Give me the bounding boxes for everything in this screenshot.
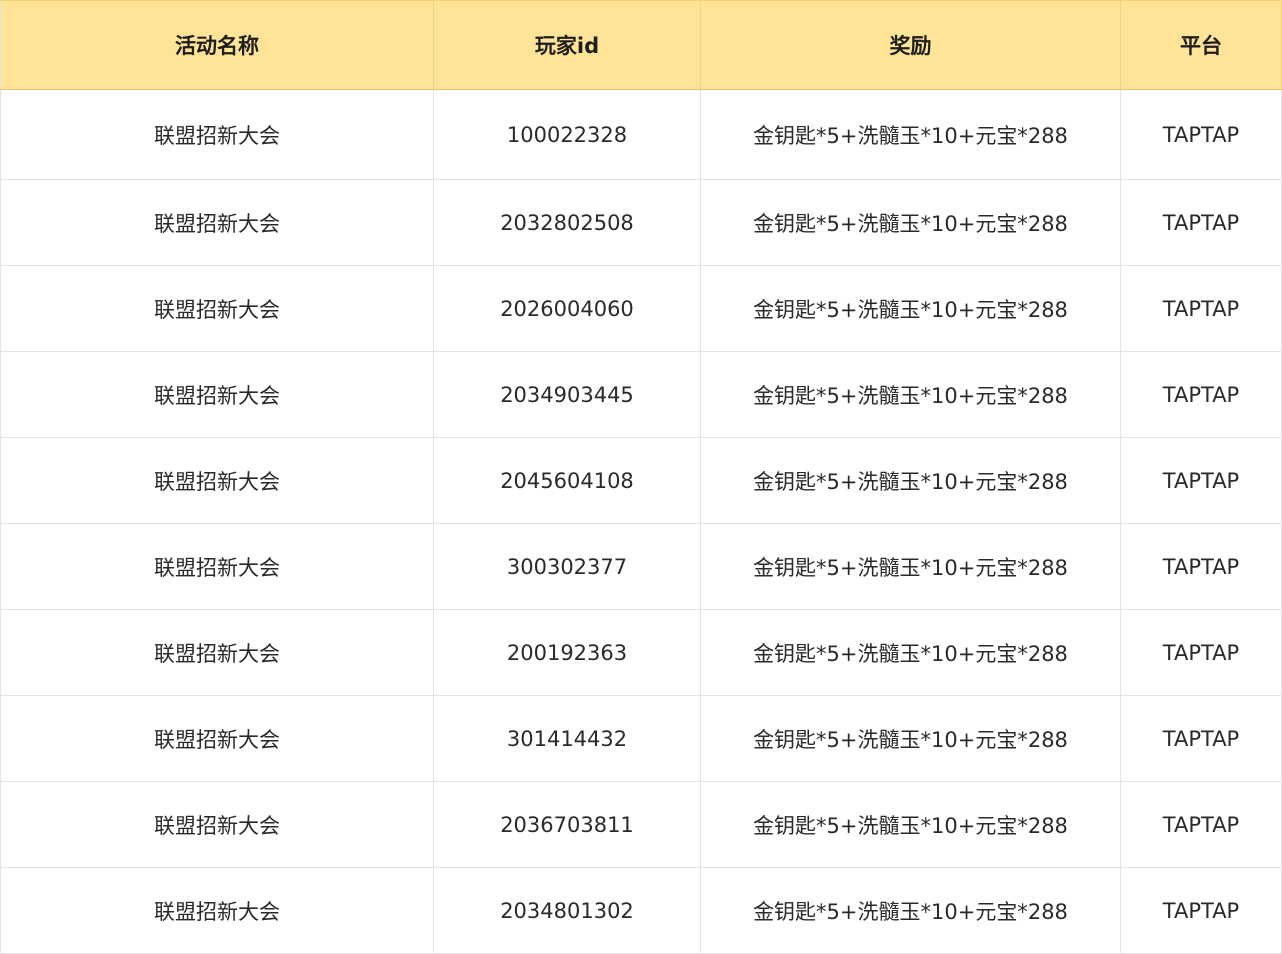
- cell-player-id: 300302377: [433, 523, 701, 610]
- cell-player-id: 2034903445: [433, 351, 701, 438]
- cell-player-id: 2045604108: [433, 437, 701, 524]
- table-row: 联盟招新大会 2026004060 金钥匙*5+洗髓玉*10+元宝*288 TA…: [0, 265, 1282, 352]
- cell-player-id: 2032802508: [433, 179, 701, 266]
- cell-activity-name: 联盟招新大会: [0, 89, 434, 180]
- cell-reward: 金钥匙*5+洗髓玉*10+元宝*288: [700, 265, 1121, 352]
- header-reward: 奖励: [700, 0, 1121, 90]
- header-player-id: 玩家id: [433, 0, 701, 90]
- table-row: 联盟招新大会 301414432 金钥匙*5+洗髓玉*10+元宝*288 TAP…: [0, 695, 1282, 782]
- cell-platform: TAPTAP: [1120, 89, 1282, 180]
- cell-platform: TAPTAP: [1120, 695, 1282, 782]
- header-activity-name: 活动名称: [0, 0, 434, 90]
- table-row: 联盟招新大会 200192363 金钥匙*5+洗髓玉*10+元宝*288 TAP…: [0, 609, 1282, 696]
- cell-reward: 金钥匙*5+洗髓玉*10+元宝*288: [700, 351, 1121, 438]
- cell-activity-name: 联盟招新大会: [0, 609, 434, 696]
- cell-activity-name: 联盟招新大会: [0, 351, 434, 438]
- cell-player-id: 2026004060: [433, 265, 701, 352]
- cell-reward: 金钥匙*5+洗髓玉*10+元宝*288: [700, 781, 1121, 868]
- cell-reward: 金钥匙*5+洗髓玉*10+元宝*288: [700, 695, 1121, 782]
- cell-reward: 金钥匙*5+洗髓玉*10+元宝*288: [700, 89, 1121, 180]
- table-row: 联盟招新大会 100022328 金钥匙*5+洗髓玉*10+元宝*288 TAP…: [0, 89, 1282, 180]
- cell-activity-name: 联盟招新大会: [0, 523, 434, 610]
- table-header: 活动名称 玩家id 奖励 平台: [0, 0, 1282, 90]
- table-body: 联盟招新大会 100022328 金钥匙*5+洗髓玉*10+元宝*288 TAP…: [0, 89, 1282, 954]
- cell-activity-name: 联盟招新大会: [0, 437, 434, 524]
- cell-platform: TAPTAP: [1120, 265, 1282, 352]
- cell-reward: 金钥匙*5+洗髓玉*10+元宝*288: [700, 437, 1121, 524]
- cell-platform: TAPTAP: [1120, 781, 1282, 868]
- table-row: 联盟招新大会 2034801302 金钥匙*5+洗髓玉*10+元宝*288 TA…: [0, 867, 1282, 954]
- cell-platform: TAPTAP: [1120, 351, 1282, 438]
- cell-activity-name: 联盟招新大会: [0, 265, 434, 352]
- cell-activity-name: 联盟招新大会: [0, 695, 434, 782]
- header-platform: 平台: [1120, 0, 1282, 90]
- cell-platform: TAPTAP: [1120, 609, 1282, 696]
- cell-player-id: 100022328: [433, 89, 701, 180]
- table-row: 联盟招新大会 2034903445 金钥匙*5+洗髓玉*10+元宝*288 TA…: [0, 351, 1282, 438]
- table-row: 联盟招新大会 2045604108 金钥匙*5+洗髓玉*10+元宝*288 TA…: [0, 437, 1282, 524]
- cell-platform: TAPTAP: [1120, 179, 1282, 266]
- table-row: 联盟招新大会 300302377 金钥匙*5+洗髓玉*10+元宝*288 TAP…: [0, 523, 1282, 610]
- cell-reward: 金钥匙*5+洗髓玉*10+元宝*288: [700, 609, 1121, 696]
- cell-platform: TAPTAP: [1120, 523, 1282, 610]
- cell-reward: 金钥匙*5+洗髓玉*10+元宝*288: [700, 867, 1121, 954]
- cell-platform: TAPTAP: [1120, 867, 1282, 954]
- cell-player-id: 301414432: [433, 695, 701, 782]
- cell-reward: 金钥匙*5+洗髓玉*10+元宝*288: [700, 179, 1121, 266]
- reward-table: 活动名称 玩家id 奖励 平台 联盟招新大会 100022328 金钥匙*5+洗…: [0, 0, 1282, 954]
- cell-reward: 金钥匙*5+洗髓玉*10+元宝*288: [700, 523, 1121, 610]
- cell-activity-name: 联盟招新大会: [0, 867, 434, 954]
- cell-platform: TAPTAP: [1120, 437, 1282, 524]
- table-row: 联盟招新大会 2036703811 金钥匙*5+洗髓玉*10+元宝*288 TA…: [0, 781, 1282, 868]
- cell-player-id: 2034801302: [433, 867, 701, 954]
- header-row: 活动名称 玩家id 奖励 平台: [0, 0, 1282, 90]
- cell-player-id: 2036703811: [433, 781, 701, 868]
- table-row: 联盟招新大会 2032802508 金钥匙*5+洗髓玉*10+元宝*288 TA…: [0, 179, 1282, 266]
- cell-player-id: 200192363: [433, 609, 701, 696]
- cell-activity-name: 联盟招新大会: [0, 781, 434, 868]
- cell-activity-name: 联盟招新大会: [0, 179, 434, 266]
